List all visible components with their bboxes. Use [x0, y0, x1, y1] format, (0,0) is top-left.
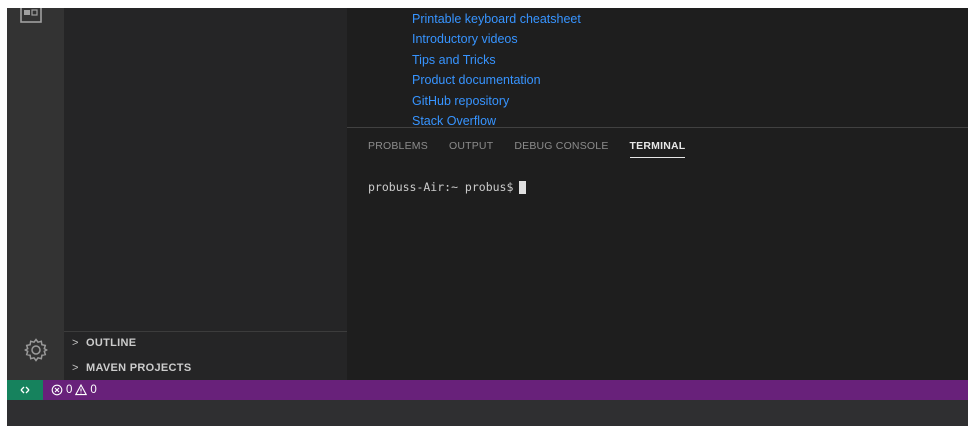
explorer-icon[interactable]: [19, 8, 43, 26]
link-keyboard-cheatsheet[interactable]: Printable keyboard cheatsheet: [412, 9, 581, 29]
remote-icon: [20, 386, 30, 394]
link-tips-and-tricks[interactable]: Tips and Tricks: [412, 50, 496, 70]
gear-icon[interactable]: [23, 337, 49, 363]
chevron-right-icon: >: [72, 362, 79, 374]
terminal-cursor: [519, 180, 527, 194]
chevron-right-icon: >: [72, 336, 79, 349]
link-product-documentation[interactable]: Product documentation: [412, 70, 541, 90]
sidebar-section-label: MAVEN PROJECTS: [86, 362, 192, 374]
tab-problems[interactable]: PROBLEMS: [368, 140, 428, 158]
tab-debug-console[interactable]: DEBUG CONSOLE: [514, 140, 608, 158]
sidebar-section-label: OUTLINE: [86, 336, 137, 349]
sidebar-section-outline[interactable]: > OUTLINE: [64, 331, 347, 353]
terminal-prompt: probuss-Air:~ probus$: [368, 180, 514, 194]
tab-terminal[interactable]: TERMINAL: [629, 140, 686, 158]
link-introductory-videos[interactable]: Introductory videos: [412, 29, 518, 49]
error-count: 0: [66, 384, 73, 396]
editor-welcome-page: Printable keyboard cheatsheet Introducto…: [347, 8, 968, 128]
status-problems[interactable]: 0 0: [51, 384, 97, 396]
panel-tabs: PROBLEMS OUTPUT DEBUG CONSOLE TERMINAL: [368, 140, 706, 158]
warning-icon: [75, 384, 88, 396]
activity-bar: [7, 8, 64, 380]
sidebar-section-maven-projects[interactable]: > MAVEN PROJECTS: [64, 357, 347, 379]
link-github-repository[interactable]: GitHub repository: [412, 91, 509, 111]
remote-button[interactable]: [7, 380, 43, 400]
sidebar: > OUTLINE > MAVEN PROJECTS: [64, 8, 347, 380]
warning-count: 0: [90, 384, 97, 396]
bottom-panel: PROBLEMS OUTPUT DEBUG CONSOLE TERMINAL p…: [347, 127, 968, 380]
terminal-prompt-line[interactable]: probuss-Air:~ probus$: [368, 180, 527, 194]
vscode-window: > OUTLINE > MAVEN PROJECTS Printable key…: [7, 8, 968, 426]
status-bar: 0 0: [7, 380, 968, 400]
window-bottom-strip: [7, 400, 968, 426]
error-icon: [51, 384, 63, 396]
tab-output[interactable]: OUTPUT: [449, 140, 493, 158]
